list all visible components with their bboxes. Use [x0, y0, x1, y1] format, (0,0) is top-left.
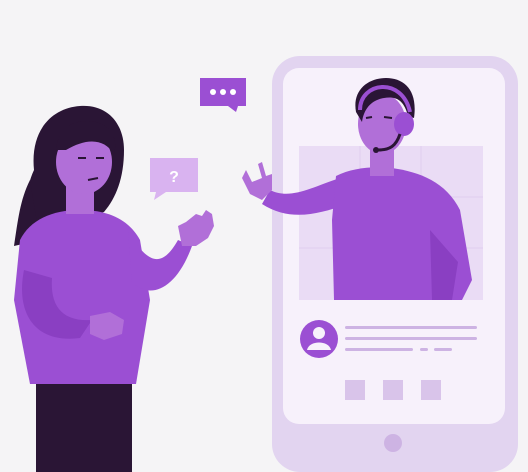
action-button-1[interactable] — [345, 380, 365, 400]
typing-dots-icon — [210, 89, 216, 95]
contact-line-3 — [345, 348, 413, 351]
woman-hand-raised — [178, 210, 214, 246]
phone-action-buttons — [345, 380, 441, 400]
action-button-3[interactable] — [421, 380, 441, 400]
typing-bubble — [200, 78, 246, 112]
woman-trousers — [36, 380, 132, 472]
action-button-2[interactable] — [383, 380, 403, 400]
question-mark-icon: ? — [169, 169, 179, 186]
question-bubble: ? — [150, 158, 198, 200]
home-button-icon — [384, 434, 402, 452]
contact-line-1 — [345, 326, 477, 329]
headset-earcup — [394, 112, 414, 136]
agent-hand — [242, 162, 272, 200]
support-call-illustration: ? — [0, 0, 528, 472]
contact-line-2 — [345, 337, 477, 340]
illustration-canvas: ? — [14, 56, 518, 472]
